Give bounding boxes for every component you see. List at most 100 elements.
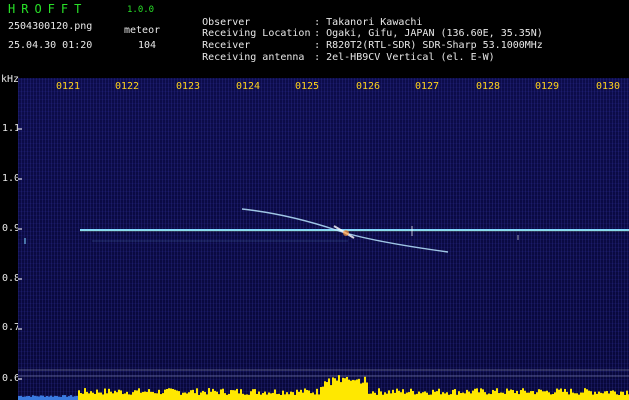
spectrum-bar xyxy=(224,393,226,400)
hrofft-screen: HROFFT 1.0.0 2504300120.png meteor 25.04… xyxy=(0,0,629,400)
spectrum-bar xyxy=(608,393,610,400)
spectrum-bar xyxy=(528,392,530,400)
spectrum-bar xyxy=(358,378,360,400)
spectrum-bar xyxy=(288,394,290,400)
spectrum-bar xyxy=(594,391,596,400)
spectrum-bar xyxy=(418,391,420,400)
spectrogram: 0121 0122 0123 0124 0125 0126 0127 0128 … xyxy=(18,78,629,400)
spectrum-bar xyxy=(602,393,604,400)
frequency-unit-label: kHz xyxy=(1,74,20,85)
spectrum-bar xyxy=(470,393,472,400)
spectrum-bar xyxy=(584,388,586,400)
spectrum-bar xyxy=(430,394,432,400)
spectrum-bar xyxy=(424,391,426,400)
spectrum-bar xyxy=(382,394,384,400)
spectrum-bar xyxy=(154,393,156,400)
spectrum-bar xyxy=(182,392,184,400)
app-title: HROFFT xyxy=(8,2,88,16)
spectrum-bar xyxy=(68,396,70,400)
app-version: 1.0.0 xyxy=(127,5,155,15)
spectrum-bar xyxy=(144,391,146,400)
spectrum-bar xyxy=(298,391,300,400)
spectrum-bar xyxy=(568,394,570,400)
spectrum-bar xyxy=(20,395,22,400)
spectrum-bar xyxy=(318,394,320,400)
spectrum-bar xyxy=(278,393,280,400)
spectrum-bar xyxy=(340,382,342,400)
spectrum-bar xyxy=(364,376,366,400)
spectrum-bar xyxy=(336,380,338,400)
spectrum-bar xyxy=(270,393,272,400)
spectrum-bar xyxy=(564,388,566,400)
spectrum-bar xyxy=(304,388,306,400)
spectrum-bar xyxy=(108,388,110,400)
spectrum-bar xyxy=(216,391,218,400)
spectrum-bar xyxy=(130,394,132,400)
spectrum-bar xyxy=(92,392,94,400)
spectrum-bar xyxy=(598,391,600,400)
spectrum-bar xyxy=(266,394,268,400)
spectrum-bar xyxy=(286,392,288,400)
spectrum-bar xyxy=(622,391,624,400)
spectrum-bar xyxy=(618,394,620,400)
spectrum-bar xyxy=(530,391,532,400)
spectrum-bar xyxy=(174,389,176,400)
spectrum-bar xyxy=(348,379,350,400)
spectrum-bar xyxy=(376,394,378,400)
spectrum-bar xyxy=(210,391,212,400)
spectrum-bar xyxy=(480,388,482,400)
spectrum-bar xyxy=(232,390,234,400)
spectrum-bar xyxy=(596,393,598,400)
spectrum-bar xyxy=(542,391,544,400)
spectrum-bar xyxy=(414,394,416,400)
spectrum-bar xyxy=(370,393,372,400)
spectrum-bar xyxy=(254,389,256,400)
spectrum-bar xyxy=(322,386,324,400)
spectrum-bar xyxy=(128,394,130,400)
spectrum-bar xyxy=(536,392,538,400)
spectrum-bar xyxy=(88,393,90,400)
spectrum-bar xyxy=(48,396,50,400)
spectrum-bar xyxy=(54,395,56,400)
spectrum-bar xyxy=(186,393,188,400)
spectrum-bar xyxy=(32,395,34,400)
spectrum-bar xyxy=(494,390,496,400)
spectrum-bar xyxy=(86,391,88,400)
spectrum-bar xyxy=(240,389,242,400)
spectrum-bar xyxy=(176,390,178,400)
spectrum-bar xyxy=(592,394,594,400)
spectrum-bar xyxy=(484,392,486,400)
spectrum-bar xyxy=(394,392,396,400)
spectrum-bar xyxy=(36,396,38,400)
spectrum-bar xyxy=(512,390,514,400)
spectrum-bar xyxy=(558,389,560,400)
spectrum-bar xyxy=(184,392,186,400)
spectrum-bar xyxy=(404,393,406,400)
spectrum-bar xyxy=(252,389,254,400)
spectrum-bar xyxy=(292,392,294,400)
spectrum-bar xyxy=(204,391,206,400)
spectrum-bar xyxy=(372,391,374,400)
spectrum-bar xyxy=(170,388,172,400)
spectrum-bar xyxy=(152,391,154,400)
spectrum-bar xyxy=(410,388,412,400)
spectrum-bar xyxy=(428,394,430,400)
spectrum-bar xyxy=(134,390,136,400)
spectrum-bar xyxy=(280,394,282,400)
spectrum-bar xyxy=(78,390,80,400)
spectrum-bar xyxy=(202,390,204,400)
spectrum-bar xyxy=(26,396,28,400)
spectrum-bar xyxy=(412,391,414,400)
spectrum-bar xyxy=(396,388,398,400)
spectrum-bar xyxy=(540,389,542,400)
spectrum-bar xyxy=(514,393,516,400)
info-key: Receiving antenna xyxy=(202,52,305,63)
spectrum-bar xyxy=(166,388,168,400)
spectrum-bar xyxy=(532,391,534,400)
spectrum-bar xyxy=(350,380,352,400)
spectrum-bar xyxy=(330,385,332,400)
spectrum-bar xyxy=(164,389,166,400)
spectrum-bar xyxy=(200,392,202,400)
spectrum-bar xyxy=(510,389,512,400)
spectrum-bar xyxy=(368,393,370,400)
